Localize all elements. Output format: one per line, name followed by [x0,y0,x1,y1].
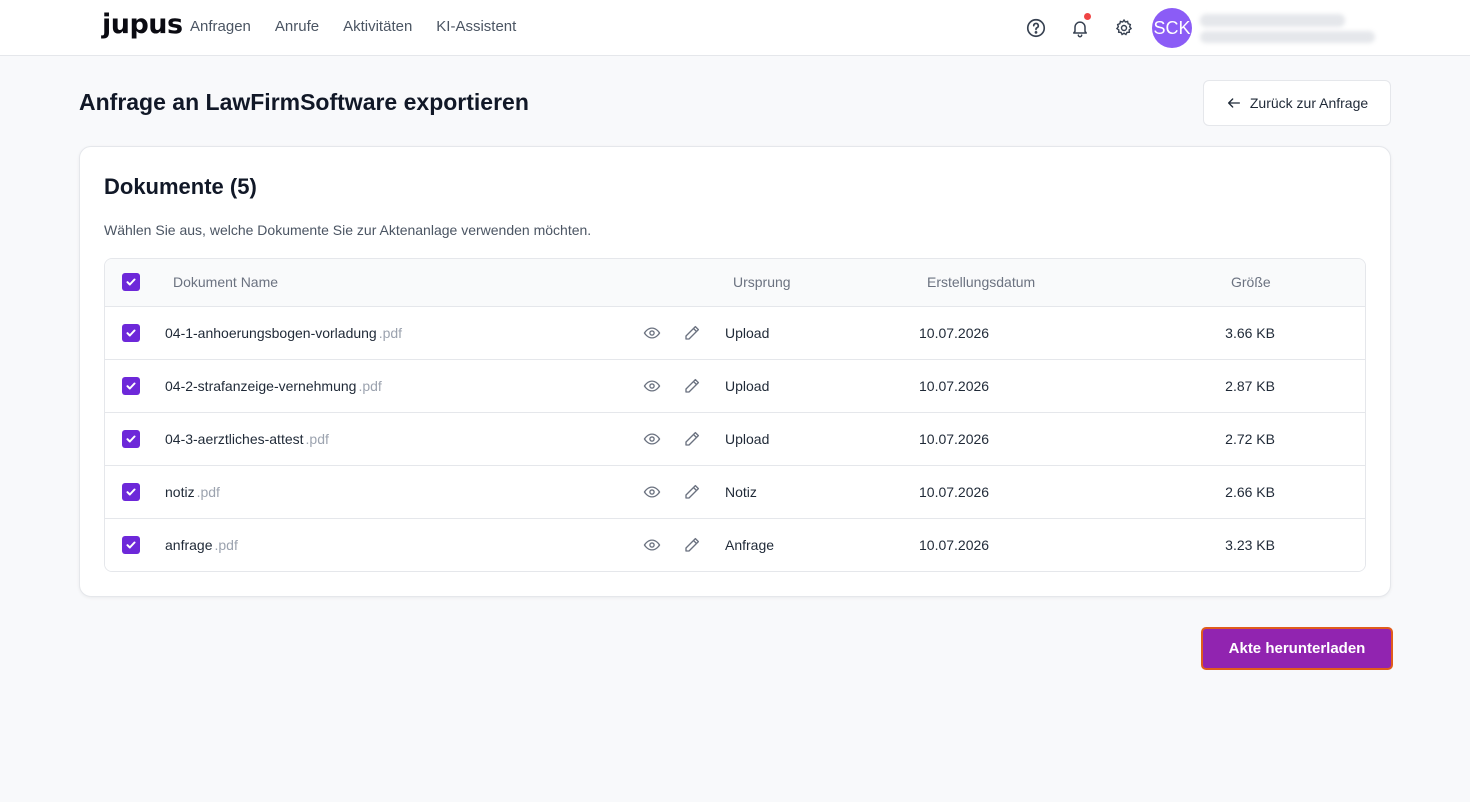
document-basename: 04-1-anhoerungsbogen-vorladung [165,325,377,341]
document-date: 10.07.2026 [919,431,990,447]
document-date: 10.07.2026 [919,378,990,394]
row-checkbox[interactable] [122,483,140,501]
document-date: 10.07.2026 [919,325,990,341]
documents-subtitle: Wählen Sie aus, welche Dokumente Sie zur… [104,222,592,238]
documents-table: Dokument Name Ursprung Erstellungsdatum … [104,258,1366,572]
table-row: notiz .pdf Notiz 10.07.2026 2.66 KB [105,466,1365,519]
document-name: notiz .pdf [165,484,220,500]
pencil-icon[interactable] [683,377,703,397]
check-icon [126,488,136,496]
row-checkbox[interactable] [122,324,140,342]
nav-item-anfragen[interactable]: Anfragen [190,18,251,35]
main-nav: Anfragen Anrufe Aktivitäten KI-Assistent [190,18,516,35]
gear-icon[interactable] [1111,15,1137,41]
back-button-label: Zurück zur Anfrage [1249,95,1369,111]
nav-item-ki-assistent[interactable]: KI-Assistent [436,18,516,35]
eye-icon[interactable] [643,324,663,344]
document-date: 10.07.2026 [919,537,990,553]
user-email-redacted [1200,31,1375,43]
document-size: 2.72 KB [1225,431,1275,447]
document-name: anfrage .pdf [165,537,238,553]
arrow-left-icon [1227,98,1240,108]
column-header-origin[interactable]: Ursprung [733,274,791,290]
back-to-request-button[interactable]: Zurück zur Anfrage [1203,80,1391,126]
check-icon [126,329,136,337]
document-size: 3.23 KB [1225,537,1275,553]
eye-icon[interactable] [643,483,663,503]
help-icon[interactable] [1023,15,1049,41]
eye-icon[interactable] [643,430,663,450]
column-header-size[interactable]: Größe [1231,274,1271,290]
check-icon [126,435,136,443]
app-logo[interactable]: jupus [102,9,183,40]
document-date: 10.07.2026 [919,484,990,500]
eye-icon[interactable] [643,536,663,556]
row-checkbox[interactable] [122,536,140,554]
select-all-checkbox[interactable] [122,273,140,291]
document-origin: Upload [725,378,770,394]
pencil-icon[interactable] [683,536,703,556]
table-header: Dokument Name Ursprung Erstellungsdatum … [105,259,1365,307]
row-checkbox[interactable] [122,377,140,395]
user-avatar[interactable]: SCK [1152,8,1192,48]
eye-icon[interactable] [643,377,663,397]
document-extension: .pdf [358,378,382,394]
document-size: 2.87 KB [1225,378,1275,394]
document-origin: Anfrage [725,537,775,553]
pencil-icon[interactable] [683,483,703,503]
column-header-date[interactable]: Erstellungsdatum [927,274,1035,290]
bell-icon[interactable] [1067,13,1093,41]
check-icon [126,541,136,549]
document-name: 04-3-aerztliches-attest .pdf [165,431,329,447]
table-row: anfrage .pdf Anfrage 10.07.2026 3.23 KB [105,519,1365,571]
document-origin: Upload [725,325,770,341]
document-extension: .pdf [305,431,329,447]
table-row: 04-3-aerztliches-attest .pdf Upload 10.07… [105,413,1365,466]
nav-item-anrufe[interactable]: Anrufe [275,18,319,35]
check-icon [126,278,136,286]
document-basename: notiz [165,484,195,500]
check-icon [126,382,136,390]
document-size: 3.66 KB [1225,325,1275,341]
document-basename: 04-2-strafanzeige-vernehmung [165,378,357,394]
download-file-button[interactable]: Akte herunterladen [1201,627,1393,670]
table-row: 04-1-anhoerungsbogen-vorladung .pdf Uploa… [105,307,1365,360]
page-title: Anfrage an LawFirmSoftware exportieren [79,89,529,115]
document-extension: .pdf [196,484,220,500]
column-header-name[interactable]: Dokument Name [173,274,278,290]
document-origin: Upload [725,431,770,447]
pencil-icon[interactable] [683,324,703,344]
top-navigation-bar: jupus Anfragen Anrufe Aktivitäten KI-Ass… [0,0,1470,56]
document-extension: .pdf [214,537,238,553]
document-name: 04-2-strafanzeige-vernehmung .pdf [165,378,382,394]
table-row: 04-2-strafanzeige-vernehmung .pdf Upload … [105,360,1365,413]
documents-title: Dokumente (5) [104,174,257,199]
document-basename: anfrage [165,537,213,553]
pencil-icon[interactable] [683,430,703,450]
document-basename: 04-3-aerztliches-attest [165,431,304,447]
notification-dot [1084,13,1091,20]
document-size: 2.66 KB [1225,484,1275,500]
nav-item-aktivitaeten[interactable]: Aktivitäten [343,18,412,35]
row-checkbox[interactable] [122,430,140,448]
document-extension: .pdf [378,325,403,341]
documents-card: Dokumente (5) Wählen Sie aus, welche Dok… [79,146,1391,597]
document-name: 04-1-anhoerungsbogen-vorladung .pdf [165,325,402,341]
document-origin: Notiz [725,484,757,500]
user-name-redacted [1200,14,1345,27]
